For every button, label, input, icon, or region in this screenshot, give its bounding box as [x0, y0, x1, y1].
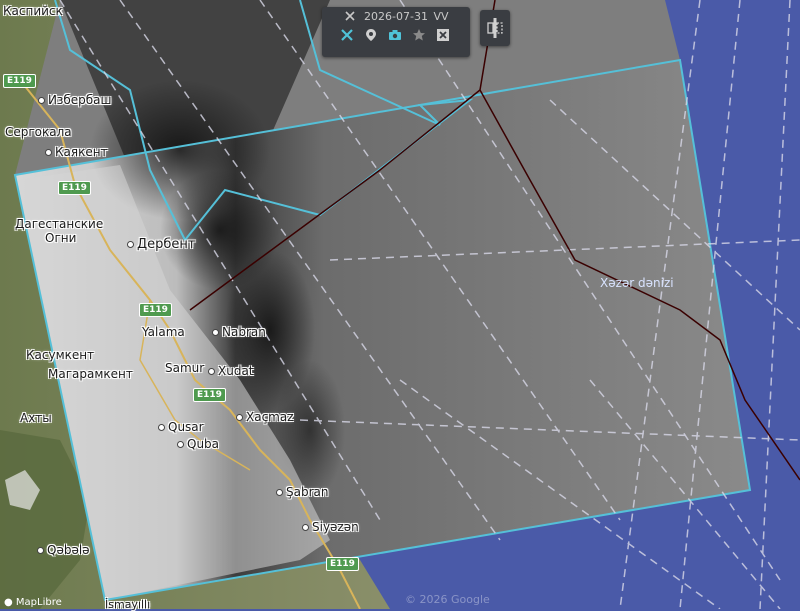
star-icon[interactable] — [410, 28, 428, 45]
map-watermark: © 2026 Google — [405, 593, 490, 606]
polarization-label[interactable]: VV — [430, 10, 452, 23]
close-box-icon[interactable] — [434, 28, 452, 45]
city-dot — [276, 489, 283, 496]
place-label: Сергокала — [5, 125, 72, 139]
place-label: Каякент — [45, 145, 108, 159]
maplibre-logo-icon: ● — [4, 597, 13, 608]
city-dot — [158, 424, 165, 431]
pin-icon[interactable] — [362, 28, 380, 45]
image-toolbar: 2026-07-31 VV — [322, 7, 470, 57]
place-label: Qusar — [158, 420, 204, 434]
road-shield: E119 — [139, 303, 172, 317]
place-label: Ахты — [20, 411, 52, 425]
place-label: Избербаш — [38, 93, 112, 107]
place-label: Xaçmaz — [236, 410, 294, 424]
sea-label: Xəzər dənizi — [600, 276, 674, 290]
place-label: Дербент — [127, 237, 196, 252]
road-shield: E119 — [326, 557, 359, 571]
road-shield: E119 — [3, 74, 36, 88]
place-label: Дагестанские — [15, 217, 104, 231]
city-dot — [37, 547, 44, 554]
place-label: Nabran — [212, 325, 266, 339]
place-label: Siyəzən — [302, 520, 359, 534]
tools-crossed-icon[interactable] — [342, 10, 358, 25]
map-canvas[interactable] — [0, 0, 800, 609]
road-shield: E119 — [58, 181, 91, 195]
city-dot — [127, 241, 134, 248]
city-dot — [208, 368, 215, 375]
place-label: Xudat — [208, 364, 254, 378]
tools-crossed-icon[interactable] — [338, 28, 356, 45]
city-dot — [45, 149, 52, 156]
place-label: İsmayıllı — [105, 598, 151, 611]
camera-icon[interactable] — [386, 28, 404, 45]
map-attribution[interactable]: ● MapLibre — [4, 597, 62, 608]
place-label: Şabran — [276, 485, 328, 499]
acquisition-date: 2026-07-31 — [364, 10, 428, 23]
compare-icon — [487, 18, 503, 38]
road-shield: E119 — [193, 388, 226, 402]
city-dot — [38, 97, 45, 104]
place-label: Касумкент — [26, 348, 95, 362]
city-dot — [236, 414, 243, 421]
place-label: Samur — [165, 361, 205, 375]
place-label: Магарамкент — [48, 367, 133, 381]
city-dot — [302, 524, 309, 531]
place-label: Qəbələ — [37, 543, 90, 557]
place-label: Каспийск — [3, 4, 63, 18]
place-label: Yalama — [142, 325, 185, 339]
place-label: Огни — [45, 231, 77, 245]
compare-swipe-button[interactable] — [480, 10, 510, 46]
city-dot — [177, 441, 184, 448]
city-dot — [212, 329, 219, 336]
place-label: Quba — [177, 437, 219, 451]
